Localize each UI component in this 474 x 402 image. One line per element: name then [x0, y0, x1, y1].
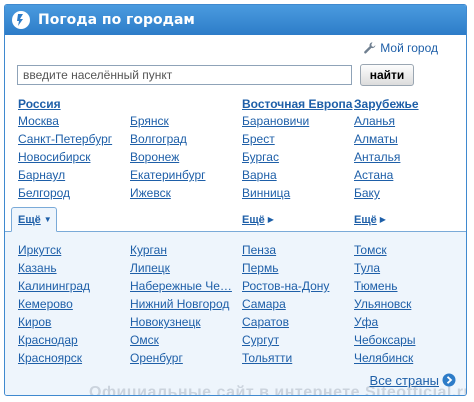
header-title: Погода по городам: [38, 12, 195, 28]
city-link[interactable]: Варна: [242, 166, 309, 184]
city-link[interactable]: Краснодар: [18, 331, 90, 349]
more-abroad-label: Ещё: [354, 214, 377, 226]
city-link[interactable]: Нижний Новгород: [130, 295, 232, 313]
city-list-abroad: Аланья Алматы Анталья Астана Баку: [354, 112, 400, 202]
city-link[interactable]: Брест: [242, 130, 309, 148]
my-city-label: Мой город: [380, 41, 438, 55]
wrench-icon: [364, 42, 376, 54]
city-link[interactable]: Барановичи: [242, 112, 309, 130]
city-link[interactable]: Новосибирск: [18, 148, 112, 166]
more-abroad-link[interactable]: Ещё ▶: [354, 214, 386, 226]
city-link[interactable]: Сургут: [242, 331, 329, 349]
city-link[interactable]: Чебоксары: [354, 331, 415, 349]
city-link[interactable]: Пенза: [242, 241, 329, 259]
city-search-input[interactable]: [17, 65, 352, 85]
city-link[interactable]: Самара: [242, 295, 329, 313]
expanded-city-list-2: Курган Липецк Набережные Че… Нижний Новг…: [130, 241, 232, 367]
city-link[interactable]: Тюмень: [354, 277, 415, 295]
city-link[interactable]: Иркутск: [18, 241, 90, 259]
all-countries-link[interactable]: Все страны: [370, 373, 439, 388]
chevron-right-icon: ▶: [379, 215, 386, 224]
city-link[interactable]: Уфа: [354, 313, 415, 331]
city-link[interactable]: Астана: [354, 166, 400, 184]
city-link[interactable]: Волгоград: [130, 130, 206, 148]
city-link[interactable]: Ижевск: [130, 184, 206, 202]
more-russia-label: Ещё: [18, 214, 41, 226]
tab-divider: [5, 231, 466, 232]
column-heading-eastern-europe[interactable]: Восточная Европа: [242, 97, 352, 111]
city-link[interactable]: Кемерово: [18, 295, 90, 313]
city-link[interactable]: Тольятти: [242, 349, 329, 367]
city-link[interactable]: Новокузнецк: [130, 313, 232, 331]
city-link[interactable]: Анталья: [354, 148, 400, 166]
yandex-weather-logo-icon: [12, 11, 30, 29]
more-russia-tab[interactable]: Ещё ▼: [18, 214, 52, 226]
chevron-down-icon: ▼: [43, 215, 52, 224]
city-link[interactable]: Курган: [130, 241, 232, 259]
my-city-link[interactable]: Мой город: [364, 41, 438, 55]
city-link[interactable]: Брянск: [130, 112, 206, 130]
city-link[interactable]: Воронеж: [130, 148, 206, 166]
city-link[interactable]: Винница: [242, 184, 309, 202]
city-link[interactable]: Ульяновск: [354, 295, 415, 313]
city-link[interactable]: Челябинск: [354, 349, 415, 367]
city-link[interactable]: Тула: [354, 259, 415, 277]
city-link[interactable]: Калининград: [18, 277, 90, 295]
column-heading-russia[interactable]: Россия: [18, 97, 61, 111]
city-link[interactable]: Липецк: [130, 259, 232, 277]
city-link[interactable]: Красноярск: [18, 349, 90, 367]
expanded-city-list-3: Пенза Пермь Ростов-на-Дону Самара Сарато…: [242, 241, 329, 367]
column-heading-abroad[interactable]: Зарубежье: [354, 97, 419, 111]
city-link[interactable]: Барнаул: [18, 166, 112, 184]
more-eastern-europe-label: Ещё: [242, 214, 265, 226]
city-link[interactable]: Белгород: [18, 184, 112, 202]
city-link[interactable]: Пермь: [242, 259, 329, 277]
city-link[interactable]: Омск: [130, 331, 232, 349]
city-list-russia-1: Москва Санкт-Петербург Новосибирск Барна…: [18, 112, 112, 202]
city-list-eastern-europe: Барановичи Брест Бургас Варна Винница: [242, 112, 309, 202]
widget-header: Погода по городам: [5, 5, 466, 35]
city-link[interactable]: Бургас: [242, 148, 309, 166]
expanded-city-list-4: Томск Тула Тюмень Ульяновск Уфа Чебоксар…: [354, 241, 415, 367]
city-link[interactable]: Аланья: [354, 112, 400, 130]
expanded-city-list-1: Иркутск Казань Калининград Кемерово Киро…: [18, 241, 90, 367]
more-eastern-europe-link[interactable]: Ещё ▶: [242, 214, 274, 226]
chevron-right-icon: ▶: [267, 215, 274, 224]
city-link[interactable]: Москва: [18, 112, 112, 130]
city-link[interactable]: Казань: [18, 259, 90, 277]
city-link[interactable]: Санкт-Петербург: [18, 130, 112, 148]
city-link[interactable]: Баку: [354, 184, 400, 202]
city-list-russia-2: Брянск Волгоград Воронеж Екатеринбург Иж…: [130, 112, 206, 202]
city-link[interactable]: Екатеринбург: [130, 166, 206, 184]
search-button[interactable]: найти: [360, 64, 414, 86]
weather-widget: Погода по городам Мой город найти Россия…: [4, 4, 467, 396]
city-link[interactable]: Алматы: [354, 130, 400, 148]
arrow-circle-right-icon[interactable]: [442, 373, 456, 387]
city-link[interactable]: Оренбург: [130, 349, 232, 367]
city-link[interactable]: Томск: [354, 241, 415, 259]
city-link[interactable]: Ростов-на-Дону: [242, 277, 329, 295]
city-link[interactable]: Набережные Че…: [130, 277, 232, 295]
city-link[interactable]: Киров: [18, 313, 90, 331]
city-link[interactable]: Саратов: [242, 313, 329, 331]
